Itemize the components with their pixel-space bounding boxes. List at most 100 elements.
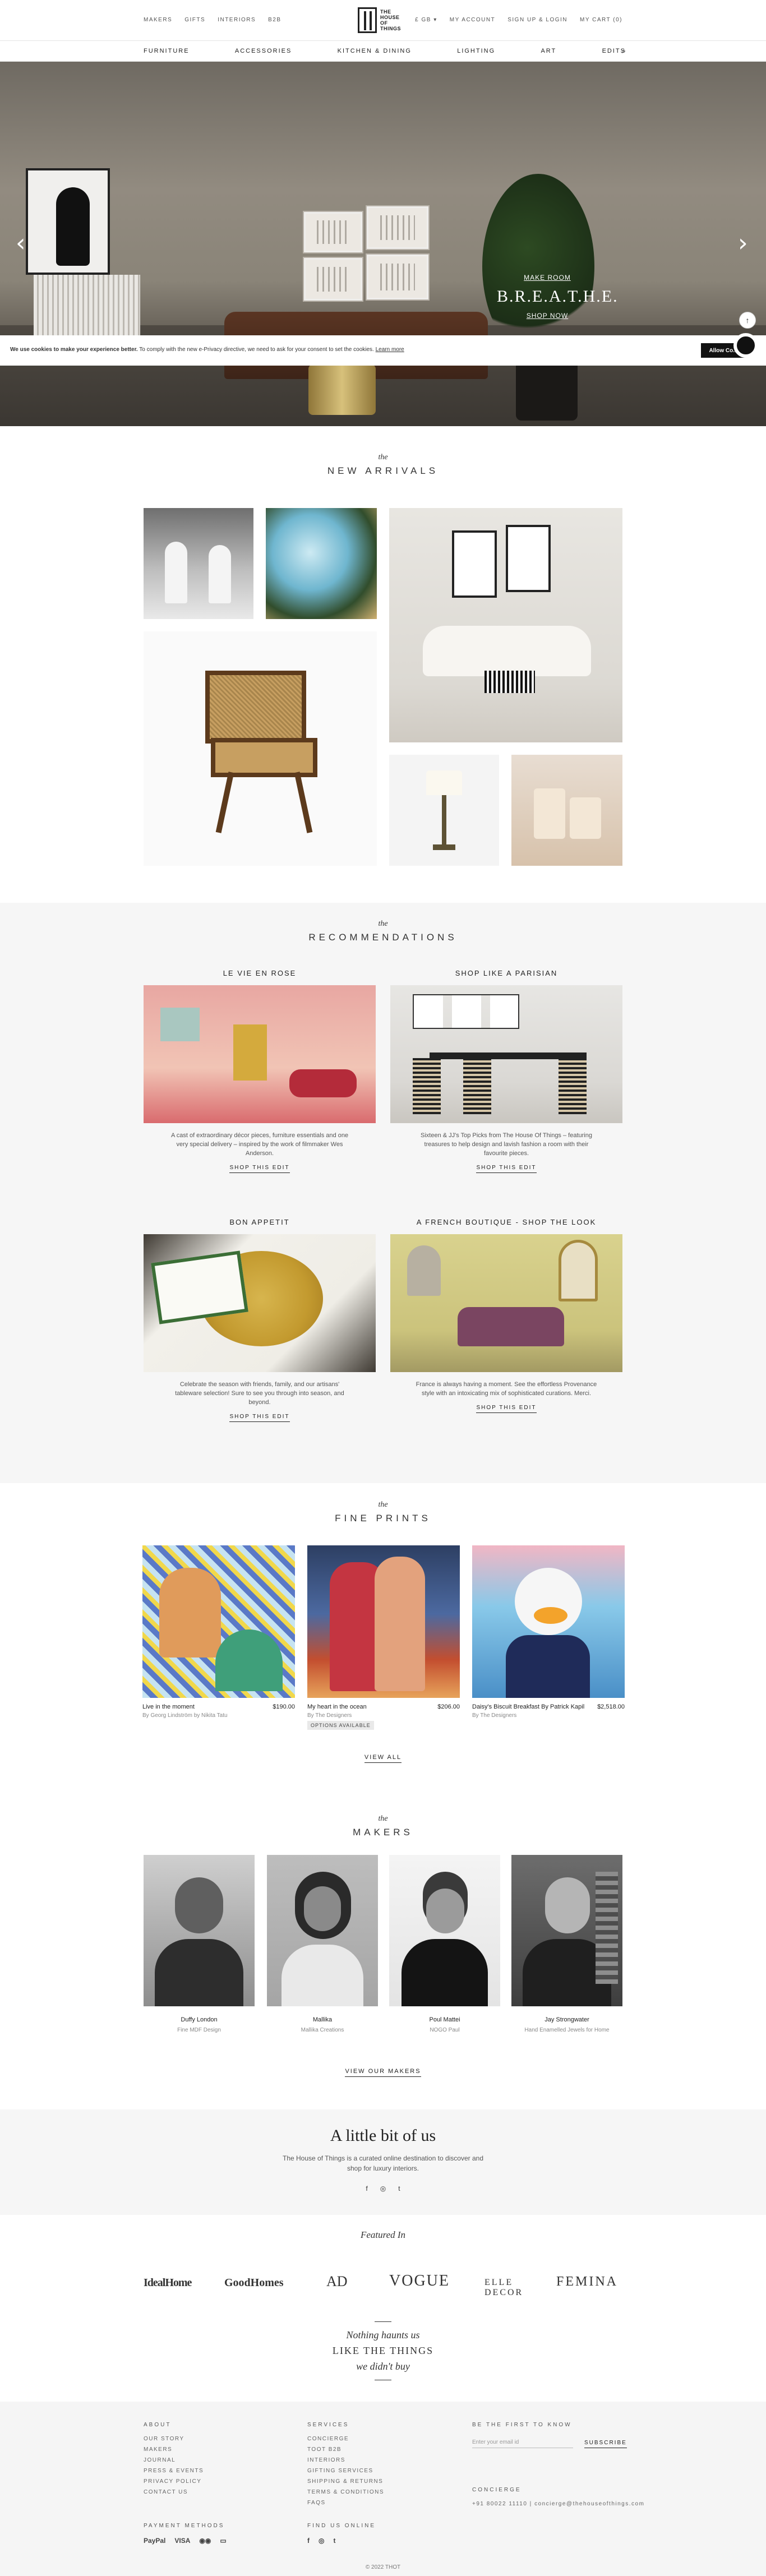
hero-plant [482,174,594,359]
maker-card[interactable]: Duffy London Fine MDF Design [144,1855,255,2034]
footer-payment: PAYMENT METHODS PayPal VISA ◉◉ ▭ [144,2523,227,2545]
nav-art[interactable]: ART [541,48,556,54]
top-link-makers[interactable]: MAKERS [144,17,172,23]
site-logo[interactable]: THE HOUSE OF THINGS [358,7,408,34]
footer-link[interactable]: TOOT B2B [307,2446,384,2453]
hero-console [34,275,140,342]
search-icon[interactable]: ⌕ [622,47,626,56]
cart-link[interactable]: MY CART (0) [580,17,622,23]
hero-banner[interactable]: MAKE ROOM B.R.E.A.T.H.E. SHOP NOW ‹ › [0,62,766,426]
nav-furniture[interactable]: FURNITURE [144,48,190,54]
print-image[interactable] [472,1545,625,1698]
shop-this-edit-button[interactable]: SHOP THIS EDIT [229,1165,290,1173]
footer-link[interactable]: PRIVACY POLICY [144,2478,204,2485]
maker-card[interactable]: Mallika Mallika Creations [267,1855,378,2034]
visa-icon: VISA [174,2537,191,2545]
rec-image[interactable] [390,1234,622,1372]
instagram-icon[interactable]: ◎ [380,2185,386,2192]
footer-link[interactable]: TERMS & CONDITIONS [307,2489,384,2495]
chevron-right-icon[interactable]: › [738,229,748,257]
my-account-link[interactable]: MY ACCOUNT [450,17,496,23]
view-our-makers-link[interactable]: VIEW OUR MAKERS [0,2068,766,2077]
maker-subtitle: NOGO Paul [430,2027,460,2033]
card-icon: ▭ [220,2537,227,2545]
hero-eyebrow[interactable]: MAKE ROOM [497,274,598,281]
print-card[interactable]: My heart in the ocean $206.00 By The Des… [307,1545,460,1730]
print-by: By The Designers [307,1712,352,1719]
hero-shop-now-link[interactable]: SHOP NOW [497,312,598,320]
nav-kitchen-dining[interactable]: KITCHEN & DINING [338,48,412,54]
press-logo-vogue: VOGUE [389,2272,450,2289]
footer-link[interactable]: CONCIERGE [307,2436,384,2442]
print-image[interactable] [307,1545,460,1698]
print-name[interactable]: Daisy's Biscuit Breakfast By Patrick Kap… [472,1704,584,1710]
nav-accessories[interactable]: ACCESSORIES [235,48,292,54]
footer-link[interactable]: PRESS & EVENTS [144,2468,204,2474]
rec-card-vie-en-rose: LE VIE EN ROSE A cast of extraordinary d… [144,969,376,1173]
newsletter-email-input[interactable]: Enter your email id [472,2436,573,2448]
social-links: f ◎ t [0,2185,766,2192]
print-name[interactable]: Live in the moment [142,1704,195,1710]
top-link-interiors[interactable]: INTERIORS [218,17,256,23]
rec-heading: LE VIE EN ROSE [223,969,297,977]
fine-prints-heading: the FINE PRINTS [335,1501,431,1524]
print-image[interactable] [142,1545,295,1698]
shop-this-edit-button[interactable]: SHOP THIS EDIT [476,1405,537,1413]
print-card[interactable]: Live in the moment $190.00 By Georg Lind… [142,1545,295,1719]
twitter-icon[interactable]: t [333,2537,335,2545]
maker-card[interactable]: Jay Strongwater Hand Enamelled Jewels fo… [511,1855,622,2034]
shop-this-edit-button[interactable]: SHOP THIS EDIT [476,1165,537,1173]
chevron-left-icon[interactable]: ‹ [16,229,26,257]
currency-selector[interactable]: £ GB ▾ [415,17,437,23]
arrival-living-room[interactable] [389,508,622,742]
maker-photo[interactable] [144,1855,255,2006]
arrival-bubble-art[interactable] [266,508,377,619]
maker-photo[interactable] [389,1855,500,2006]
rec-image[interactable] [390,985,622,1123]
rec-image[interactable] [144,985,376,1123]
maker-photo[interactable] [267,1855,378,2006]
view-all-prints-link[interactable]: VIEW ALL [0,1754,766,1763]
arrival-busts[interactable] [144,508,253,619]
footer-link[interactable]: MAKERS [144,2446,204,2453]
print-info: Daisy's Biscuit Breakfast By Patrick Kap… [472,1704,625,1710]
print-card[interactable]: Daisy's Biscuit Breakfast By Patrick Kap… [472,1545,625,1719]
tagline-quote: Nothing haunts us LIKE THE THINGS we did… [332,2329,434,2372]
mastercard-icon: ◉◉ [199,2537,211,2545]
scroll-top-icon[interactable]: ↑ [739,312,756,329]
arrival-candles[interactable] [511,755,622,866]
instagram-icon[interactable]: ◎ [319,2537,324,2545]
footer-link[interactable]: CONTACT US [144,2489,204,2495]
footer-services-column: SERVICES CONCIERGE TOOT B2B INTERIORS GI… [307,2422,385,2506]
rec-card-french-boutique: A FRENCH BOUTIQUE - SHOP THE LOOK France… [390,1218,622,1413]
arrival-lamp[interactable] [389,755,499,866]
footer-link[interactable]: GIFTING SERVICES [307,2468,384,2474]
subscribe-button[interactable]: SUBSCRIBE [584,2440,627,2448]
rec-image[interactable] [144,1234,376,1372]
footer-link[interactable]: SHIPPING & RETURNS [307,2478,384,2485]
footer-link[interactable]: FAQS [307,2500,384,2506]
hero-title: B.R.E.A.T.H.E. [497,287,619,306]
top-link-gifts[interactable]: GIFTS [184,17,205,23]
hero-caption: MAKE ROOM B.R.E.A.T.H.E. SHOP NOW [497,274,619,320]
twitter-icon[interactable]: t [398,2185,400,2192]
top-link-b2b[interactable]: B2B [268,17,281,23]
cookie-learn-more-link[interactable]: Learn more [376,347,404,353]
print-name[interactable]: My heart in the ocean [307,1704,367,1710]
facebook-icon[interactable]: f [366,2185,367,2192]
chat-icon[interactable] [733,333,758,358]
logo-text: THE HOUSE OF THINGS [380,9,402,31]
shop-this-edit-button[interactable]: SHOP THIS EDIT [229,1414,290,1422]
concierge-contact[interactable]: +91 80022 11110 | concierge@thehouseofth… [472,2501,644,2507]
makers-heading: the MAKERS [353,1815,413,1838]
footer-link[interactable]: INTERIORS [307,2457,384,2463]
footer-link[interactable]: OUR STORY [144,2436,204,2442]
arrival-cane-chair[interactable] [144,631,377,866]
footer-link[interactable]: JOURNAL [144,2457,204,2463]
maker-photo[interactable] [511,1855,622,2006]
signup-login-link[interactable]: SIGN UP & LOGIN [507,17,567,23]
options-available-badge: OPTIONS AVAILABLE [307,1721,374,1730]
nav-lighting[interactable]: LIGHTING [457,48,495,54]
facebook-icon[interactable]: f [307,2537,310,2545]
maker-card[interactable]: Poul Mattei NOGO Paul [389,1855,500,2034]
